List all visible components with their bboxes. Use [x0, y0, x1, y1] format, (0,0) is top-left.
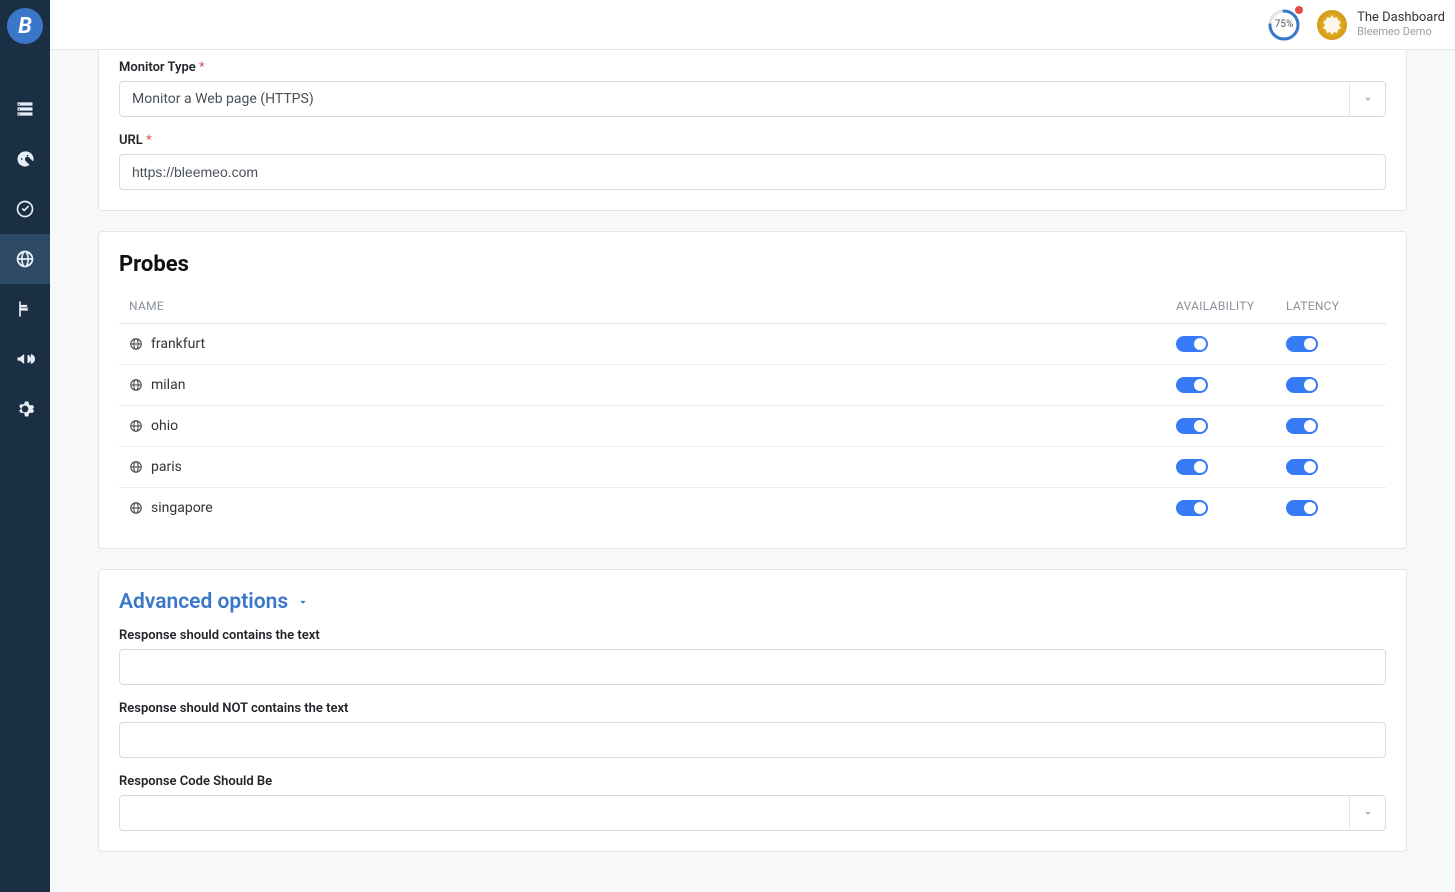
col-header-availability: AVAILABILITY	[1176, 299, 1286, 313]
availability-toggle[interactable]	[1176, 336, 1208, 352]
chevron-down-icon	[1349, 82, 1385, 116]
chevron-down-icon	[1349, 796, 1385, 830]
probes-title: Probes	[119, 252, 1386, 277]
table-row: singapore	[119, 488, 1386, 528]
monitor-type-value: Monitor a Web page (HTTPS)	[132, 91, 314, 107]
nav-checks[interactable]	[0, 184, 50, 234]
table-row: frankfurt	[119, 324, 1386, 365]
monitor-config-card: Monitor Type * Monitor a Web page (HTTPS…	[98, 50, 1407, 211]
latency-toggle[interactable]	[1286, 418, 1318, 434]
sidebar: B	[0, 0, 50, 892]
header-title: The Dashboard	[1357, 11, 1445, 25]
notification-dot-icon	[1295, 6, 1303, 14]
nav-servers[interactable]	[0, 84, 50, 134]
header: 75% The Dashboard Bleemeo Demo	[50, 0, 1455, 50]
monitor-type-select[interactable]: Monitor a Web page (HTTPS)	[119, 81, 1386, 117]
nav-flag[interactable]	[0, 284, 50, 334]
probe-name: ohio	[151, 418, 178, 434]
nav-settings[interactable]	[0, 384, 50, 434]
response-code-select[interactable]	[119, 795, 1386, 831]
advanced-toggle[interactable]: Advanced options	[119, 590, 1386, 614]
latency-toggle[interactable]	[1286, 500, 1318, 516]
nav-announce[interactable]	[0, 334, 50, 384]
globe-icon	[129, 337, 143, 351]
app-logo[interactable]: B	[7, 8, 43, 44]
probe-name: frankfurt	[151, 336, 205, 352]
contains-label: Response should contains the text	[119, 628, 1386, 643]
col-header-latency: LATENCY	[1286, 299, 1376, 313]
globe-icon	[129, 501, 143, 515]
availability-toggle[interactable]	[1176, 377, 1208, 393]
advanced-card: Advanced options Response should contain…	[98, 569, 1407, 852]
table-row: paris	[119, 447, 1386, 488]
globe-icon	[129, 419, 143, 433]
monitor-type-label: Monitor Type *	[119, 60, 1386, 75]
availability-toggle[interactable]	[1176, 500, 1208, 516]
probes-card: Probes NAME AVAILABILITY LATENCY frankfu…	[98, 231, 1407, 549]
nav-dashboard[interactable]	[0, 134, 50, 184]
globe-icon	[129, 378, 143, 392]
availability-toggle[interactable]	[1176, 459, 1208, 475]
progress-indicator[interactable]: 75%	[1267, 8, 1301, 42]
probe-name: milan	[151, 377, 185, 393]
probes-table: NAME AVAILABILITY LATENCY frankfurt milan…	[119, 289, 1386, 528]
caret-down-icon	[296, 595, 310, 609]
globe-icon	[129, 460, 143, 474]
probe-name: paris	[151, 459, 182, 475]
url-label: URL *	[119, 133, 1386, 148]
not-contains-input[interactable]	[119, 722, 1386, 758]
latency-toggle[interactable]	[1286, 336, 1318, 352]
latency-toggle[interactable]	[1286, 459, 1318, 475]
table-row: ohio	[119, 406, 1386, 447]
response-code-label: Response Code Should Be	[119, 774, 1386, 789]
col-header-name: NAME	[129, 299, 1176, 313]
contains-input[interactable]	[119, 649, 1386, 685]
user-avatar-icon	[1317, 10, 1347, 40]
url-input[interactable]	[119, 154, 1386, 190]
user-menu[interactable]: The Dashboard Bleemeo Demo	[1317, 10, 1445, 40]
probe-name: singapore	[151, 500, 213, 516]
not-contains-label: Response should NOT contains the text	[119, 701, 1386, 716]
header-subtitle: Bleemeo Demo	[1357, 26, 1445, 38]
nav-globe[interactable]	[0, 234, 50, 284]
advanced-title: Advanced options	[119, 590, 288, 614]
latency-toggle[interactable]	[1286, 377, 1318, 393]
availability-toggle[interactable]	[1176, 418, 1208, 434]
table-row: milan	[119, 365, 1386, 406]
